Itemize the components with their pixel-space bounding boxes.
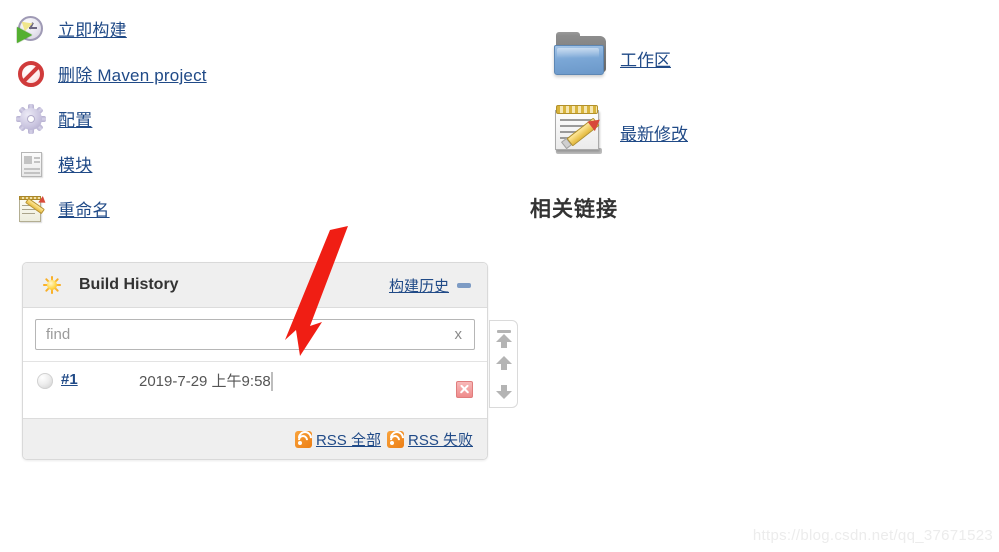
task-item-label: 模块 [58,156,93,175]
build-timestamp: 2019-7-29 上午9:58 [139,373,271,390]
watermark-text: https://blog.csdn.net/qq_37671523 [752,527,993,544]
related-links-heading: 相关链接 [530,198,618,221]
task-item-rename[interactable]: 重命名 [16,186,316,231]
build-history-find: x [35,319,475,350]
task-item-label: 删除 Maven project [58,66,207,85]
stop-build-icon[interactable] [456,381,473,398]
build-history-header: Build History 构建历史 [23,263,487,308]
module-icon [16,149,46,179]
build-history-panel: Build History 构建历史 x #1 2019-7-29 上午9:58… [22,262,488,460]
table-row[interactable]: #1 2019-7-29 上午9:58 [23,361,487,419]
build-history-link[interactable]: 构建历史 [389,275,449,296]
task-menu: 立即构建 删除 Maven project 配置 模块 重命名 [16,6,316,231]
task-item-label: 立即构建 [58,21,127,40]
build-number-link[interactable]: #1 [61,371,139,388]
build-history-title: Build History [79,276,179,293]
rss-icon [294,427,315,448]
gear-icon [16,103,46,134]
task-item-build-now[interactable]: 立即构建 [16,6,316,51]
clear-search-icon[interactable]: x [451,326,475,343]
build-history-find-wrap: x [23,308,487,361]
minimize-icon[interactable] [457,282,471,288]
arrow-down-icon[interactable] [495,382,512,399]
build-now-icon [16,14,46,44]
search-input[interactable] [36,326,451,343]
build-info-column: 2019-7-29 上午9:58 [139,370,450,391]
side-link-recent-changes[interactable]: 最新修改 [552,102,872,162]
task-item-label: 重命名 [58,201,110,220]
rss-all-link[interactable]: RSS 全部 [294,427,381,450]
task-item-label: 配置 [58,111,93,130]
side-link-workspace[interactable]: 工作区 [552,28,872,88]
grey-ball-icon [37,373,53,389]
task-item-delete-project[interactable]: 删除 Maven project [16,51,316,96]
side-links-list: 工作区 最新修改 [552,28,872,176]
changes-notepad-icon [552,102,612,162]
side-link-label: 工作区 [620,50,671,70]
arrow-up-icon[interactable] [495,355,512,373]
delete-icon [16,59,46,89]
rss-link-label: RSS 全部 [315,431,381,449]
sun-icon [43,276,61,294]
rss-failed-link[interactable]: RSS 失败 [386,427,473,450]
build-history-footer: RSS 全部 RSS 失败 [23,419,487,459]
jump-to-top-icon[interactable] [495,329,512,348]
build-progress-bar [270,372,273,391]
task-item-configure[interactable]: 配置 [16,96,316,141]
rename-icon [16,194,48,224]
rss-link-label: RSS 失败 [407,431,473,449]
task-item-modules[interactable]: 模块 [16,141,316,186]
side-link-label: 最新修改 [620,124,688,144]
rss-icon [386,427,407,448]
build-history-scroll-strip [489,320,518,408]
folder-icon [552,28,612,88]
